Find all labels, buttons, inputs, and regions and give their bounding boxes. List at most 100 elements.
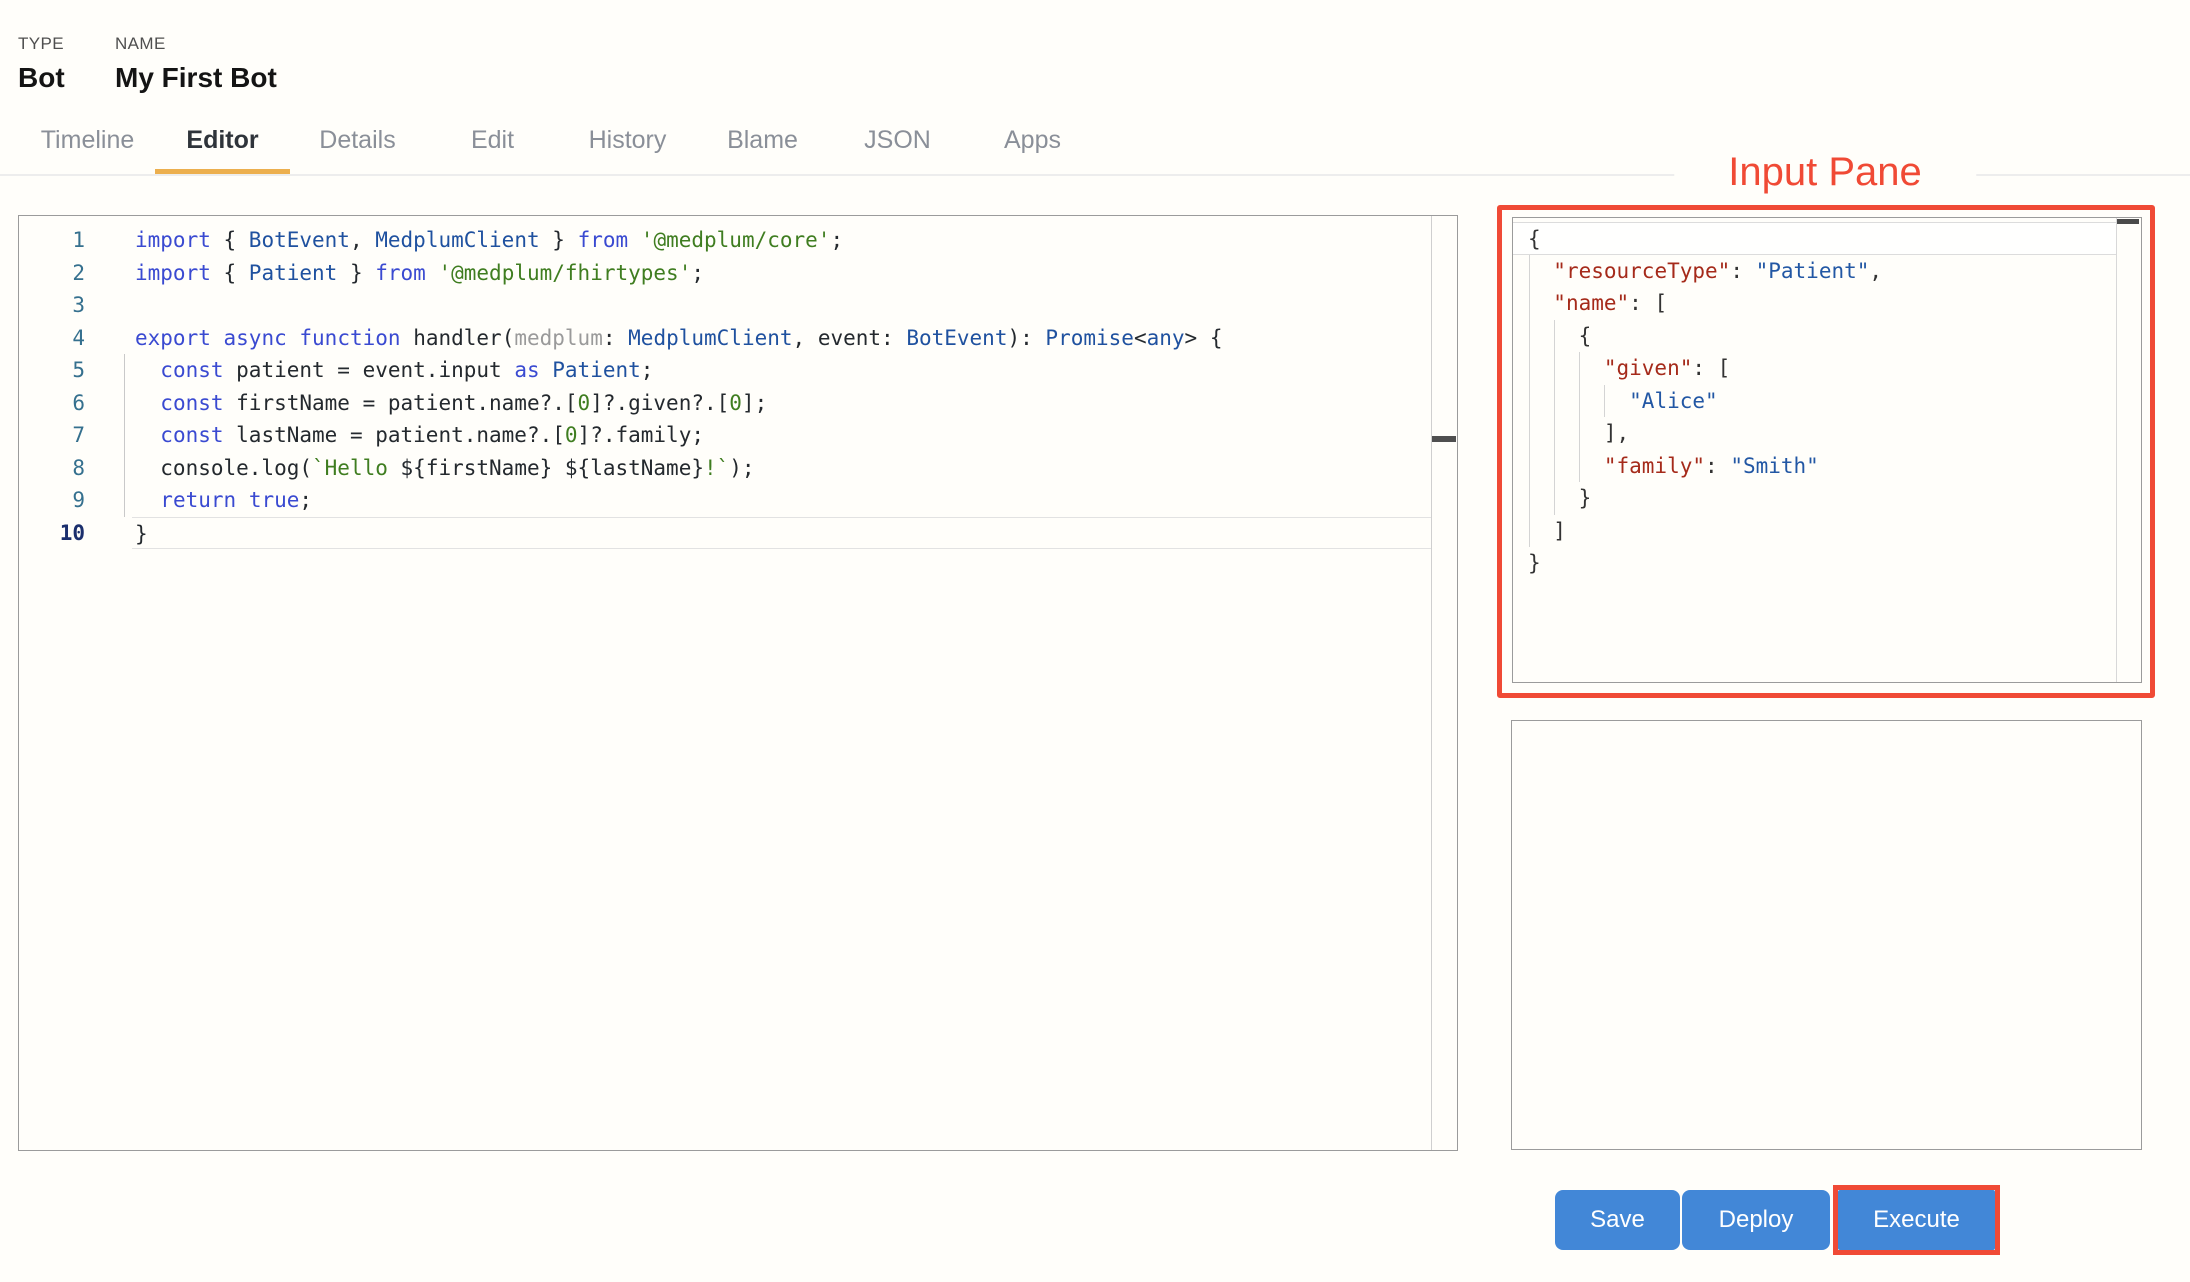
editor-code-line[interactable]: const lastName = patient.name?.[0]?.fami… (132, 419, 1432, 452)
code-token-pl: < (1133, 325, 1147, 350)
code-token-pl: ]?.given?.[ (590, 390, 730, 415)
editor-line-number: 6 (72, 390, 85, 415)
input-json-line[interactable]: ], (1513, 417, 2116, 450)
input-json-line[interactable]: } (1513, 482, 2116, 515)
code-token-pl: , event: (792, 325, 907, 350)
code-token-kw: as (514, 358, 540, 382)
code-token-kw: export (135, 325, 211, 350)
code-token-pl: , (349, 228, 376, 252)
editor-code-line[interactable]: console.log(`Hello ${firstName} ${lastNa… (132, 452, 1432, 485)
editor-scrollbar-track[interactable] (1431, 216, 1432, 1150)
code-token-pl: } (135, 521, 148, 546)
code-editor[interactable]: 1 2 3 4 5 6 7 8 9 10 import { BotEvent, MedplumCl… (18, 215, 1458, 1151)
code-token-pl: ; (299, 488, 313, 512)
input-json-line[interactable]: "resourceType": "Patient", (1513, 255, 2116, 288)
tab-editor[interactable]: Editor (155, 112, 290, 174)
tab-json[interactable]: JSON (830, 112, 965, 174)
code-token-ty: Promise (1045, 325, 1134, 350)
tab-history[interactable]: History (560, 112, 695, 174)
code-token-jv: "Alice" (1629, 388, 1718, 413)
input-json-pane[interactable]: { "resourceType": "Patient", "name": [ {… (1512, 217, 2142, 683)
output-pane (1511, 720, 2142, 1150)
code-token-kw: const (160, 358, 224, 382)
code-token-pl: ; (830, 228, 844, 252)
editor-code-area[interactable]: import { BotEvent, MedplumClient } from … (132, 224, 1432, 549)
code-token-ty: Patient (248, 260, 338, 285)
input-json-line[interactable]: "family": "Smith" (1513, 450, 2116, 483)
resource-type-block: TYPE Bot (18, 34, 115, 94)
tab-timeline[interactable]: Timeline (20, 112, 155, 174)
code-token-kw: from (375, 260, 426, 285)
code-token-jp: : [ (1692, 356, 1731, 380)
code-token-jk: "resourceType" (1553, 258, 1731, 283)
code-token-jp: } (1528, 486, 1592, 510)
editor-code-line[interactable]: const patient = event.input as Patient; (132, 354, 1432, 387)
tab-blame[interactable]: Blame (695, 112, 830, 174)
code-token-jv: "Smith" (1730, 453, 1819, 478)
input-scrollbar-thumb[interactable] (2117, 219, 2139, 224)
code-token-st: `Hello (312, 455, 401, 480)
code-token-jk: "given" (1603, 356, 1693, 380)
code-token-num: 0 (564, 423, 578, 447)
editor-scrollbar-thumb[interactable] (1432, 436, 1456, 442)
tab-apps[interactable]: Apps (965, 112, 1100, 174)
input-json-line[interactable]: "Alice" (1513, 385, 2116, 418)
code-token-pl: { (210, 228, 249, 252)
editor-line-number-gutter: 1 2 3 4 5 6 7 8 9 10 (19, 224, 132, 549)
code-token-pl: lastName = patient.name?.[ (223, 423, 565, 447)
code-token-num: 0 (577, 390, 591, 415)
code-token-jp (1528, 389, 1629, 413)
code-token-kw: const (160, 423, 224, 447)
code-token-jk: "family" (1603, 453, 1706, 478)
code-token-jv: "Patient" (1755, 258, 1870, 283)
code-token-kw: from (577, 228, 629, 252)
code-token-kw: import (135, 260, 211, 285)
code-token-st: !` (703, 455, 730, 480)
save-button[interactable]: Save (1555, 1190, 1680, 1250)
type-label: TYPE (18, 34, 65, 53)
editor-code-line[interactable]: const firstName = patient.name?.[0]?.giv… (132, 387, 1432, 420)
execute-button[interactable]: Execute (1838, 1190, 1995, 1250)
code-token-ty: Patient (552, 358, 641, 382)
input-json-line[interactable]: "name": [ (1513, 287, 2116, 320)
editor-line-number: 1 (72, 228, 85, 252)
code-token-jp: { (1528, 323, 1592, 348)
editor-code-line[interactable]: } (132, 516, 1432, 549)
input-json-line[interactable]: { (1513, 320, 2116, 353)
code-token-jp: ], (1528, 421, 1630, 445)
code-token-jp (1528, 356, 1604, 380)
input-json-line[interactable]: ] (1513, 515, 2116, 548)
input-scrollbar-track[interactable] (2116, 218, 2117, 682)
input-pane-annotation-label: Input Pane (1674, 150, 1976, 195)
editor-line-number: 2 (72, 260, 85, 285)
code-token-kw: true (248, 488, 300, 512)
tab-edit[interactable]: Edit (425, 112, 560, 174)
deploy-button[interactable]: Deploy (1682, 1190, 1830, 1250)
editor-code-line[interactable]: import { BotEvent, MedplumClient } from … (132, 224, 1432, 257)
input-json-line[interactable]: "given": [ (1513, 352, 2116, 385)
input-json-line[interactable]: } (1513, 547, 2116, 580)
editor-code-line[interactable]: export async function handler(medplum: M… (132, 322, 1432, 355)
input-json-line[interactable]: { (1513, 222, 2116, 255)
code-token-num: 0 (729, 390, 742, 415)
code-token-kw: function (299, 325, 401, 350)
code-token-st: '@medplum/fhirtypes' (438, 260, 692, 285)
tab-details[interactable]: Details (290, 112, 425, 174)
code-token-var: medplum (514, 325, 603, 350)
editor-code-line[interactable] (132, 289, 1432, 322)
code-token-ty: BotEvent (248, 228, 350, 252)
code-token-pl: ]; (741, 390, 768, 415)
resource-name-block: NAME My First Bot (115, 34, 277, 94)
input-json-content[interactable]: { "resourceType": "Patient", "name": [ {… (1513, 222, 2116, 580)
editor-code-line[interactable]: import { Patient } from '@medplum/fhirty… (132, 257, 1432, 290)
code-token-pl: ${firstName} (400, 455, 553, 480)
editor-line-number: 8 (72, 455, 85, 480)
editor-code-line[interactable]: return true; (132, 484, 1432, 517)
